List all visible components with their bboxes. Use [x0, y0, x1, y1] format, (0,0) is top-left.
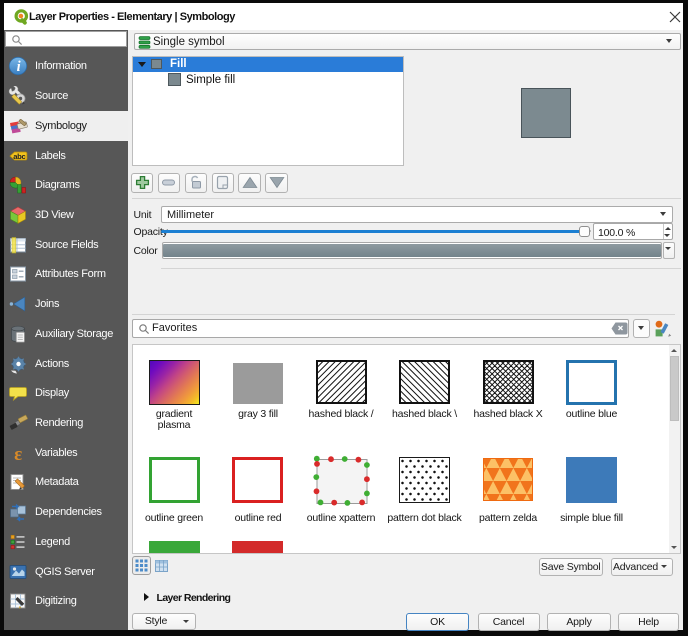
svg-text:i: i [17, 59, 21, 75]
svg-text:abc: abc [13, 152, 25, 161]
svg-text:ε: ε [14, 444, 22, 463]
